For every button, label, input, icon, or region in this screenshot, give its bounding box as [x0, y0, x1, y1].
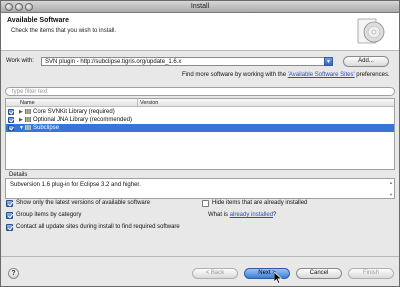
contact-all-sites-checkbox[interactable] [6, 224, 13, 231]
filter-placeholder: type filter text [12, 89, 48, 95]
add-button[interactable]: Add... [343, 56, 389, 67]
what-is-installed-text: What is already installed? [208, 212, 276, 218]
details-text: Subversion 1.6 plug-in for Eclipse 3.2 a… [10, 182, 141, 188]
group-by-category-checkbox[interactable] [6, 212, 13, 219]
find-more-text: Find more software by working with the '… [182, 72, 390, 78]
scroll-up-icon[interactable]: ▲ [388, 180, 394, 186]
software-tree[interactable]: Name Version ▶ Core SVNKit Library (requ… [5, 98, 395, 170]
install-cd-icon [357, 18, 385, 44]
package-icon [25, 109, 31, 114]
contact-all-sites-label: Contact all update sites during install … [16, 224, 180, 230]
window-title: Install [190, 3, 210, 10]
work-with-label: Work with: [6, 58, 34, 64]
tree-row-subclipse[interactable]: ▼ Subclipse [6, 124, 394, 132]
row-label: Optional JNA Library (recommended) [33, 117, 133, 123]
show-latest-checkbox[interactable] [6, 200, 13, 207]
help-button[interactable]: ? [8, 268, 19, 279]
finish-button[interactable]: Finish [348, 268, 394, 279]
what-is-suffix: ? [273, 212, 277, 218]
tree-header: Name Version [6, 99, 394, 107]
row-label: Subclipse [33, 125, 60, 131]
details-panel: Subversion 1.6 plug-in for Eclipse 3.2 a… [5, 178, 395, 199]
column-name[interactable]: Name [20, 100, 35, 106]
row-label: Core SVNKit Library (required) [33, 109, 115, 115]
expand-triangle-icon[interactable]: ▶ [19, 109, 23, 115]
page-title: Available Software [7, 17, 69, 24]
next-button[interactable]: Next > [244, 268, 290, 279]
work-with-combo[interactable]: SVN plugin - http://subclipse.tigris.org… [41, 57, 333, 66]
expanded-triangle-icon[interactable]: ▼ [19, 125, 24, 131]
row-checkbox[interactable] [8, 117, 14, 123]
package-icon [25, 117, 31, 122]
title-bar[interactable]: Install [1, 1, 399, 13]
what-is-prefix: What is [208, 212, 230, 218]
expand-triangle-icon[interactable]: ▶ [19, 117, 23, 123]
row-checkbox[interactable] [8, 109, 14, 115]
tree-row-optional-jna[interactable]: ▶ Optional JNA Library (recommended) [6, 116, 394, 124]
page-description: Check the items that you wish to install… [11, 28, 117, 34]
already-installed-link[interactable]: already installed [230, 212, 273, 218]
filter-input[interactable]: type filter text [5, 87, 395, 96]
group-by-category-label: Group items by category [16, 212, 82, 218]
column-divider [137, 99, 138, 107]
row-checkbox[interactable] [8, 125, 14, 131]
cancel-button[interactable]: Cancel [296, 268, 342, 279]
show-latest-label: Show only the latest versions of availab… [16, 200, 151, 206]
back-button[interactable]: < Back [192, 268, 238, 279]
package-icon [25, 125, 31, 130]
hide-installed-checkbox[interactable] [202, 200, 209, 207]
mouse-pointer-icon [274, 272, 282, 284]
scroll-down-icon[interactable]: ▼ [388, 192, 394, 198]
install-dialog: Install Available Software Check the ite… [0, 0, 400, 287]
chevron-down-icon[interactable]: ▼ [324, 57, 333, 66]
column-version[interactable]: Version [140, 100, 158, 106]
find-more-suffix: preferences. [354, 72, 390, 78]
footer-divider [1, 256, 399, 257]
work-with-value: SVN plugin - http://subclipse.tigris.org… [45, 59, 182, 65]
available-software-sites-link[interactable]: 'Available Software Sites' [288, 72, 355, 78]
find-more-prefix: Find more software by working with the [182, 72, 288, 78]
hide-installed-label: Hide items that are already installed [212, 200, 308, 206]
tree-row-core-svnkit[interactable]: ▶ Core SVNKit Library (required) [6, 108, 394, 116]
wizard-header: Available Software Check the items that … [1, 13, 399, 51]
